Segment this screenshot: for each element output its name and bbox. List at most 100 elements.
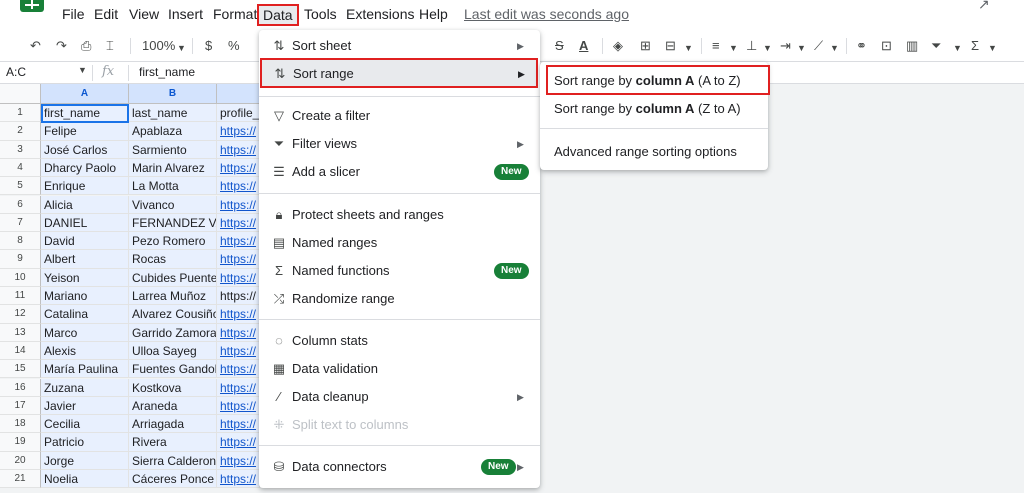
menu-view[interactable]: View (129, 6, 159, 23)
last-edit-link[interactable]: Last edit was seconds ago (464, 6, 629, 23)
cell-last-name[interactable]: Kostkova (129, 378, 217, 397)
text-rotation-icon[interactable]: ⟋ (814, 38, 823, 54)
cell-profile[interactable]: https:// (217, 396, 260, 416)
row-number[interactable]: 19 (0, 433, 41, 452)
filter-icon[interactable]: ⏷ (931, 38, 941, 54)
cell-last-name[interactable]: Sarmiento (129, 140, 217, 159)
cell-last-name[interactable]: Ulloa Sayeg (129, 341, 217, 361)
cell-first-name[interactable]: Enrique (41, 177, 129, 196)
row-number[interactable]: 9 (0, 250, 41, 269)
cell-profile[interactable]: https:// (217, 415, 260, 434)
cell-first-name[interactable]: Cecilia (41, 415, 129, 434)
zoom-select[interactable]: 100% (142, 38, 175, 54)
cell-last-name[interactable]: La Motta (129, 177, 217, 196)
row-number[interactable]: 5 (0, 177, 41, 196)
cell-last-name[interactable]: Rocas (129, 250, 217, 269)
cell-profile[interactable]: profile_ (217, 104, 260, 123)
cell-profile[interactable]: https:// (217, 250, 260, 269)
cell-first-name[interactable]: Alexis (41, 341, 129, 361)
cell-profile[interactable]: https:// (217, 360, 260, 379)
cell-profile[interactable]: https:// (217, 378, 260, 397)
menu-insert[interactable]: Insert (168, 6, 203, 23)
trend-icon[interactable]: ↗ (978, 0, 990, 13)
cell-first-name[interactable]: José Carlos (41, 140, 129, 159)
text-color-icon[interactable]: A (579, 38, 588, 54)
cell-last-name[interactable]: Pezo Romero (129, 232, 217, 251)
functions-icon[interactable]: Σ (971, 38, 979, 54)
chevron-down-icon[interactable]: ▼ (830, 40, 839, 56)
cell-profile[interactable]: https:// (217, 470, 260, 489)
cell-profile[interactable]: https:// (217, 451, 260, 470)
row-number[interactable]: 2 (0, 122, 41, 141)
row-number[interactable]: 15 (0, 360, 41, 379)
undo-icon[interactable]: ↶ (30, 38, 41, 54)
cell-last-name[interactable]: Garrido Zamora (129, 323, 217, 342)
chevron-down-icon[interactable]: ▼ (78, 65, 87, 75)
cell-profile[interactable]: https:// (217, 433, 260, 452)
menu-item-add-slicer[interactable]: ☰ Add a slicer New (259, 158, 540, 186)
cell-profile[interactable]: https:// (217, 140, 260, 159)
cell-profile[interactable]: https:// (217, 213, 260, 233)
chevron-down-icon[interactable]: ▼ (177, 40, 186, 56)
advanced-sort-item[interactable]: Advanced range sorting options (540, 138, 768, 166)
paint-format-icon[interactable]: ⌶ (106, 38, 114, 54)
row-number[interactable]: 16 (0, 378, 41, 397)
row-number[interactable]: 18 (0, 415, 41, 434)
menu-item-sort-range[interactable]: ⇅ Sort range ▶ (260, 58, 538, 88)
row-number[interactable]: 3 (0, 140, 41, 159)
chevron-down-icon[interactable]: ▼ (763, 40, 772, 56)
cell-profile[interactable]: https:// (217, 323, 260, 342)
menu-extensions[interactable]: Extensions (346, 6, 414, 23)
row-number[interactable]: 12 (0, 305, 41, 324)
cell-last-name[interactable]: Cubides Puentes (129, 268, 217, 287)
cell-first-name[interactable]: David (41, 232, 129, 251)
cell-first-name[interactable]: Catalina (41, 305, 129, 324)
cell-last-name[interactable]: Vivanco (129, 195, 217, 214)
row-number[interactable]: 1 (0, 104, 41, 123)
menu-item-sort-sheet[interactable]: ⇅ Sort sheet ▶ (259, 32, 540, 60)
menu-item-create-filter[interactable]: ▽ Create a filter (259, 102, 540, 130)
cell-profile[interactable]: https:// (217, 232, 260, 251)
cell-first-name[interactable]: María Paulina (41, 360, 129, 379)
cell-last-name[interactable]: Larrea Muñoz (129, 287, 217, 306)
menu-item-named-ranges[interactable]: ▤ Named ranges (259, 229, 540, 257)
cell-first-name[interactable]: first_name (41, 104, 129, 123)
cell-first-name[interactable]: Javier (41, 396, 129, 416)
cell-profile[interactable]: https:// (217, 122, 260, 141)
row-number[interactable]: 6 (0, 195, 41, 214)
cell-last-name[interactable]: FERNANDEZ VA (129, 213, 217, 233)
row-number[interactable]: 20 (0, 451, 41, 470)
cell-profile[interactable]: https:// (217, 341, 260, 361)
align-left-icon[interactable]: ≡ (712, 38, 720, 54)
cell-first-name[interactable]: Noelia (41, 470, 129, 489)
chevron-down-icon[interactable]: ▼ (988, 40, 997, 56)
cell-profile[interactable]: https:// (217, 158, 260, 178)
cell-first-name[interactable]: Marco (41, 323, 129, 342)
row-number[interactable]: 10 (0, 268, 41, 287)
formula-input[interactable]: first_name (139, 65, 195, 79)
menu-tools[interactable]: Tools (304, 6, 337, 23)
select-all-corner[interactable] (0, 84, 41, 104)
cell-first-name[interactable]: Dharcy Paolo (41, 158, 129, 178)
cell-profile[interactable]: https:// (217, 177, 260, 196)
strikethrough-icon[interactable]: S (555, 38, 564, 54)
cell-profile[interactable]: https:// (217, 195, 260, 214)
cell-last-name[interactable]: Arriagada (129, 415, 217, 434)
row-number[interactable]: 4 (0, 158, 41, 178)
cell-last-name[interactable]: Apablaza (129, 122, 217, 141)
comment-icon[interactable]: ⊡ (881, 38, 892, 54)
sort-a-to-z-item[interactable]: Sort range by column A (A to Z) (546, 65, 770, 95)
menu-file[interactable]: File (62, 6, 85, 23)
menu-item-randomize-range[interactable]: ⤮ Randomize range (259, 285, 540, 313)
menu-data[interactable]: Data (257, 4, 299, 26)
cell-profile[interactable]: https:// (217, 305, 260, 324)
borders-icon[interactable]: ⊞ (640, 38, 651, 54)
menu-item-protect-sheets[interactable]: 🔒︎ Protect sheets and ranges (259, 201, 540, 229)
row-number[interactable]: 21 (0, 470, 41, 489)
menu-item-named-functions[interactable]: Σ Named functions New (259, 257, 540, 285)
chevron-down-icon[interactable]: ▼ (684, 40, 693, 56)
cell-last-name[interactable]: last_name (129, 104, 217, 123)
column-header-b[interactable]: B (129, 84, 217, 104)
cell-last-name[interactable]: Rivera (129, 433, 217, 452)
menu-item-data-cleanup[interactable]: ⁄ Data cleanup ▶ (259, 383, 540, 411)
